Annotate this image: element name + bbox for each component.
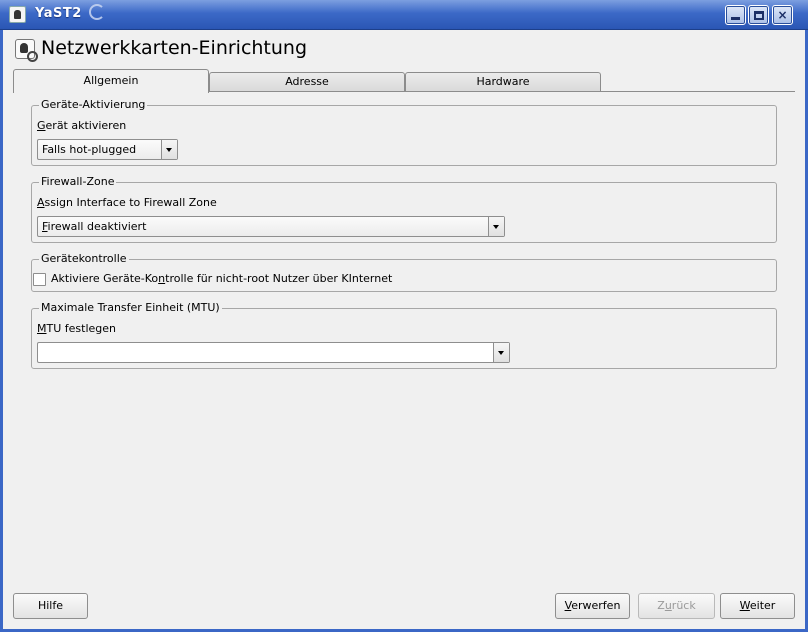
discard-button[interactable]: Verwerfen — [555, 593, 630, 619]
firewall-zone-label: Assign Interface to Firewall Zone — [37, 196, 217, 209]
activate-device-select[interactable]: Falls hot-plugged — [37, 139, 178, 160]
firewall-zone-value: Firewall deaktiviert — [42, 220, 147, 233]
network-card-icon — [15, 39, 38, 62]
device-control-checkbox[interactable] — [33, 273, 46, 286]
mtu-combobox[interactable] — [37, 342, 510, 363]
window-title: YaST2 — [35, 6, 82, 21]
tab-adresse[interactable]: Adresse — [209, 72, 405, 92]
device-control-group-title: Gerätekontrolle — [39, 252, 129, 266]
firewall-zone-select[interactable]: Firewall deaktiviert — [37, 216, 505, 237]
mtu-group-title: Maximale Transfer Einheit (MTU) — [39, 301, 222, 315]
maximize-icon — [753, 10, 764, 20]
yast-app-icon[interactable] — [9, 6, 26, 23]
help-button[interactable]: Hilfe — [13, 593, 88, 619]
mtu-label: MTU festlegen — [37, 322, 116, 335]
tab-hardware[interactable]: Hardware — [405, 72, 601, 92]
activate-device-label: Gerät aktivieren — [37, 119, 127, 132]
back-button[interactable]: Zurück — [638, 593, 715, 619]
title-bar[interactable]: YaST2 × — [0, 0, 808, 30]
activate-device-value: Falls hot-plugged — [42, 143, 137, 156]
close-button[interactable]: × — [772, 5, 793, 25]
close-icon: × — [777, 8, 788, 22]
firewall-zone-group-title: Firewall-Zone — [39, 175, 117, 189]
device-activation-group-title: Geräte-Aktivierung — [39, 98, 148, 112]
minimize-icon — [731, 17, 740, 20]
device-control-checkbox-label[interactable]: Aktiviere Geräte-Kontrolle für nicht-roo… — [51, 272, 392, 285]
swirl-icon — [89, 4, 105, 20]
chevron-down-icon[interactable] — [161, 140, 177, 159]
tab-allgemein[interactable]: Allgemein — [13, 69, 209, 93]
page-title: Netzwerkkarten-Einrichtung — [41, 37, 308, 59]
chevron-down-icon[interactable] — [493, 343, 509, 362]
next-button[interactable]: Weiter — [720, 593, 795, 619]
minimize-button[interactable] — [725, 5, 746, 25]
maximize-button[interactable] — [748, 5, 769, 25]
chevron-down-icon[interactable] — [488, 217, 504, 236]
